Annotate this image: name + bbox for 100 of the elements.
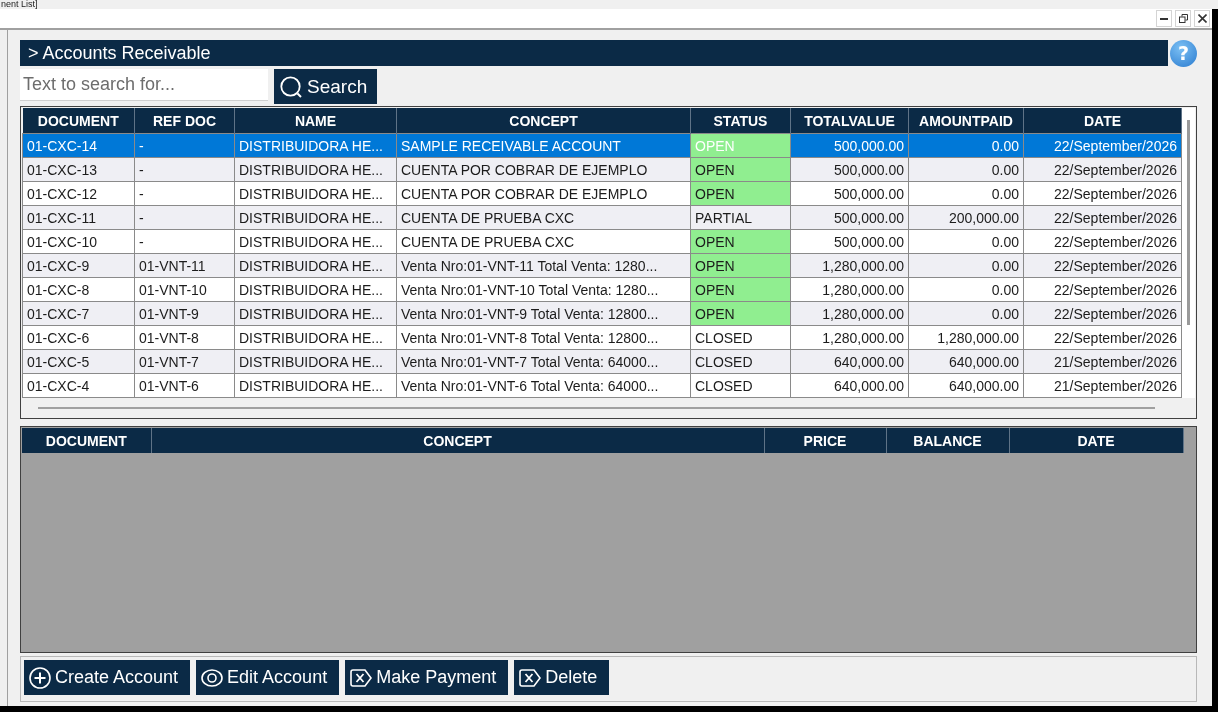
table-cell: 22/September/2026 <box>1023 325 1182 350</box>
table-cell: - <box>134 205 235 230</box>
table-cell: 22/September/2026 <box>1023 277 1182 302</box>
table-cell: 01-CXC-13 <box>22 157 135 182</box>
table-cell: Venta Nro:01-VNT-11 Total Venta: 1280... <box>396 253 691 278</box>
column-header[interactable]: TOTALVALUE <box>790 108 909 134</box>
table-cell: 01-CXC-6 <box>22 325 135 350</box>
table-row[interactable]: 01-CXC-8 01-VNT-10 DISTRIBUIDORA HE... Venta Nro:01-VNT-10 Total Venta: 1280... OPEN 1,280,000.00 0.00 22/September/2026 <box>22 277 1182 302</box>
action-button[interactable]: Create Account <box>24 660 191 695</box>
column-header[interactable]: BALANCE <box>886 428 1009 453</box>
table-cell: DISTRIBUIDORA HE... <box>234 181 397 206</box>
section-title: > Accounts Receivable <box>20 40 1168 66</box>
table-cell: 22/September/2026 <box>1023 229 1182 254</box>
status-cell: OPEN <box>690 301 791 326</box>
action-button[interactable]: Make Payment <box>345 660 509 695</box>
column-header[interactable]: STATUS <box>690 108 791 134</box>
restore-button[interactable] <box>1175 10 1191 27</box>
x-tag-icon <box>519 668 542 687</box>
table-cell: 500,000.00 <box>790 229 909 254</box>
table-cell: 500,000.00 <box>790 205 909 230</box>
table-cell: 01-CXC-4 <box>22 373 135 398</box>
table-cell: 01-CXC-14 <box>22 133 135 158</box>
column-header[interactable]: PRICE <box>764 428 886 453</box>
table-cell: 0.00 <box>908 253 1024 278</box>
column-header[interactable]: DATE <box>1023 108 1182 134</box>
table-cell: DISTRIBUIDORA HE... <box>234 349 397 374</box>
table-cell: 01-VNT-8 <box>134 325 235 350</box>
plus-circle-icon <box>29 666 51 689</box>
table-row[interactable]: 01-CXC-10 - DISTRIBUIDORA HE... CUENTA DE PRUEBA CXC OPEN 500,000.00 0.00 22/September/2026 <box>22 229 1182 254</box>
status-cell: OPEN <box>690 253 791 278</box>
table-cell: CUENTA POR COBRAR DE EJEMPLO <box>396 181 691 206</box>
table-row[interactable]: 01-CXC-11 - DISTRIBUIDORA HE... CUENTA DE PRUEBA CXC PARTIAL 500,000.00 200,000.00 22/September/2026 <box>22 205 1182 230</box>
column-header[interactable]: DATE <box>1009 428 1183 453</box>
eye-icon <box>201 668 224 687</box>
table-cell: DISTRIBUIDORA HE... <box>234 205 397 230</box>
table-cell: 640,000.00 <box>908 373 1024 398</box>
action-button[interactable]: Delete <box>514 660 610 695</box>
column-header[interactable]: REF DOC <box>134 108 235 134</box>
table-row[interactable]: 01-CXC-6 01-VNT-8 DISTRIBUIDORA HE... Venta Nro:01-VNT-8 Total Venta: 12800... CLOSED 1,280,000.00 1,280,000.00 22/September/2026 <box>22 325 1182 350</box>
table-row[interactable]: 01-CXC-5 01-VNT-7 DISTRIBUIDORA HE... Venta Nro:01-VNT-7 Total Venta: 64000... CLOSED 640,000.00 640,000.00 21/September/2026 <box>22 349 1182 374</box>
close-button[interactable] <box>1194 10 1210 27</box>
table-cell: Venta Nro:01-VNT-9 Total Venta: 12800... <box>396 301 691 326</box>
table-row[interactable]: 01-CXC-12 - DISTRIBUIDORA HE... CUENTA POR COBRAR DE EJEMPLO OPEN 500,000.00 0.00 22/September/2026 <box>22 181 1182 206</box>
table-cell: 01-CXC-7 <box>22 301 135 326</box>
minimize-button[interactable] <box>1156 10 1172 27</box>
table-cell: Venta Nro:01-VNT-10 Total Venta: 1280... <box>396 277 691 302</box>
table-cell: - <box>134 133 235 158</box>
table-cell: 01-CXC-12 <box>22 181 135 206</box>
table-row[interactable]: 01-CXC-14 - DISTRIBUIDORA HE... SAMPLE RECEIVABLE ACCOUNT OPEN 500,000.00 0.00 22/September/2026 <box>22 133 1182 158</box>
table-cell: 0.00 <box>908 277 1024 302</box>
table-row[interactable]: 01-CXC-13 - DISTRIBUIDORA HE... CUENTA POR COBRAR DE EJEMPLO OPEN 500,000.00 0.00 22/September/2026 <box>22 157 1182 182</box>
table-cell: - <box>134 229 235 254</box>
table-row[interactable]: 01-CXC-7 01-VNT-9 DISTRIBUIDORA HE... Venta Nro:01-VNT-9 Total Venta: 12800... OPEN 1,280,000.00 0.00 22/September/2026 <box>22 301 1182 326</box>
table-cell: 01-CXC-5 <box>22 349 135 374</box>
table-cell: Venta Nro:01-VNT-6 Total Venta: 64000... <box>396 373 691 398</box>
status-cell: PARTIAL <box>690 205 791 230</box>
table-cell: 01-VNT-6 <box>134 373 235 398</box>
table-cell: 640,000.00 <box>908 349 1024 374</box>
horizontal-scrollbar[interactable] <box>38 406 1155 409</box>
table-cell: 640,000.00 <box>790 349 909 374</box>
column-header[interactable]: AMOUNTPAID <box>908 108 1024 134</box>
column-header[interactable]: NAME <box>234 108 397 134</box>
table-cell: CUENTA POR COBRAR DE EJEMPLO <box>396 157 691 182</box>
table-cell: 22/September/2026 <box>1023 301 1182 326</box>
table-cell: CUENTA DE PRUEBA CXC <box>396 229 691 254</box>
column-header[interactable]: DOCUMENT <box>22 108 135 134</box>
table-cell: 200,000.00 <box>908 205 1024 230</box>
table-cell: 1,280,000.00 <box>790 325 909 350</box>
table-cell: 1,280,000.00 <box>790 301 909 326</box>
table-cell: 22/September/2026 <box>1023 133 1182 158</box>
table-cell: DISTRIBUIDORA HE... <box>234 373 397 398</box>
minimize-icon <box>1160 17 1168 20</box>
status-cell: CLOSED <box>690 349 791 374</box>
restore-icon <box>1178 14 1188 23</box>
table-cell: 22/September/2026 <box>1023 205 1182 230</box>
column-header[interactable]: CONCEPT <box>396 108 691 134</box>
column-header[interactable]: DOCUMENT <box>22 428 151 453</box>
table-row[interactable]: 01-CXC-9 01-VNT-11 DISTRIBUIDORA HE... Venta Nro:01-VNT-11 Total Venta: 1280... OPEN 1,280,000.00 0.00 22/September/2026 <box>22 253 1182 278</box>
table-cell: 01-CXC-11 <box>22 205 135 230</box>
table-cell: 22/September/2026 <box>1023 181 1182 206</box>
table-cell: 22/September/2026 <box>1023 253 1182 278</box>
vertical-scrollbar[interactable] <box>1182 108 1195 398</box>
window-title: nent List] <box>0 0 38 9</box>
table-cell: Venta Nro:01-VNT-7 Total Venta: 64000... <box>396 349 691 374</box>
table-cell: DISTRIBUIDORA HE... <box>234 277 397 302</box>
column-header[interactable]: CONCEPT <box>151 428 764 453</box>
search-button[interactable]: Search <box>274 69 377 104</box>
table-cell: 0.00 <box>908 301 1024 326</box>
table-cell: SAMPLE RECEIVABLE ACCOUNT <box>396 133 691 158</box>
table-cell: 01-VNT-9 <box>134 301 235 326</box>
search-field[interactable]: Text to search for... <box>20 69 268 101</box>
status-cell: OPEN <box>690 229 791 254</box>
table-cell: 01-CXC-8 <box>22 277 135 302</box>
table-cell: 21/September/2026 <box>1023 349 1182 374</box>
table-cell: DISTRIBUIDORA HE... <box>234 157 397 182</box>
table-row[interactable]: 01-CXC-4 01-VNT-6 DISTRIBUIDORA HE... Venta Nro:01-VNT-6 Total Venta: 64000... CLOSED 640,000.00 640,000.00 21/September/2026 <box>22 373 1182 398</box>
action-button[interactable]: Edit Account <box>196 660 340 695</box>
table-cell: Venta Nro:01-VNT-8 Total Venta: 12800... <box>396 325 691 350</box>
table-cell: DISTRIBUIDORA HE... <box>234 325 397 350</box>
status-cell: OPEN <box>690 277 791 302</box>
